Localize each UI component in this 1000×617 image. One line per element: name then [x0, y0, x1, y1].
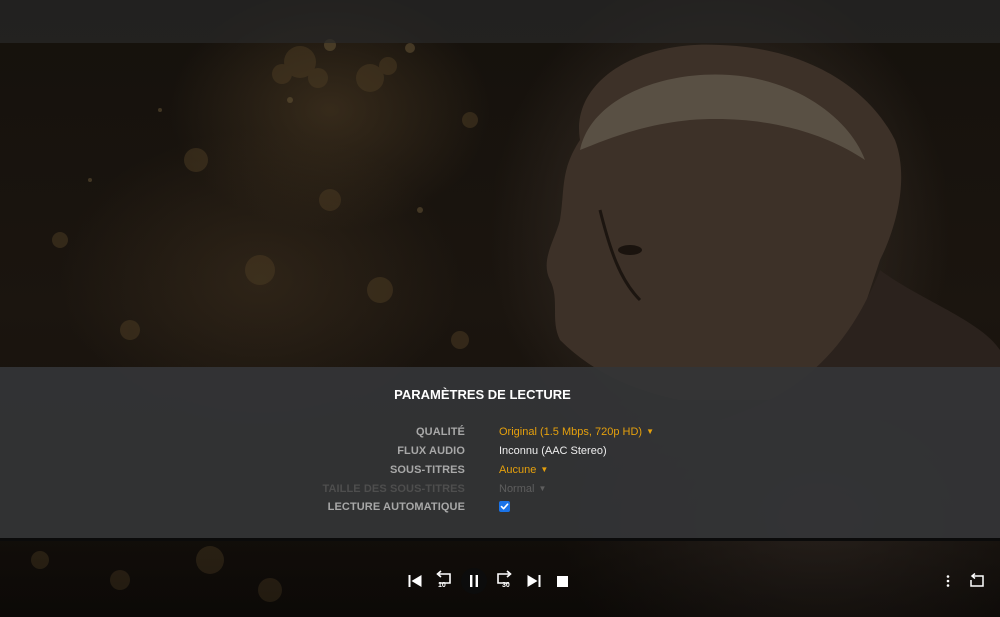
subtitle-size-label: TAILLE DES SOUS-TITRES — [322, 483, 465, 495]
subtitles-value: Aucune — [499, 464, 537, 476]
autoplay-label: LECTURE AUTOMATIQUE — [327, 501, 465, 513]
repeat-icon — [970, 573, 984, 587]
more-options-button[interactable] — [940, 571, 956, 591]
stop-icon — [556, 575, 568, 587]
pause-icon — [470, 575, 478, 587]
setting-row-subtitles: SOUS-TITRES Aucune ▼ — [0, 461, 1000, 479]
replay-10-icon — [436, 570, 451, 584]
caret-down-icon: ▼ — [540, 465, 549, 474]
setting-row-autoplay: LECTURE AUTOMATIQUE — [0, 498, 1000, 516]
playback-settings-panel: PARAMÈTRES DE LECTURE QUALITÉ Original (… — [0, 367, 1000, 538]
caret-down-icon: ▼ — [646, 427, 654, 436]
forward-30-button[interactable]: 30 — [492, 568, 516, 594]
audio-label: FLUX AUDIO — [397, 445, 465, 457]
control-bar: 10 30 — [0, 541, 1000, 617]
setting-row-subtitle-size: TAILLE DES SOUS-TITRES Normal ▼ — [0, 480, 1000, 498]
replay-10-button[interactable]: 10 — [432, 568, 456, 594]
skip-next-icon — [527, 575, 541, 587]
more-vertical-icon — [946, 575, 950, 587]
previous-button[interactable] — [404, 570, 426, 592]
quality-dropdown[interactable]: Original (1.5 Mbps, 720p HD) ▼ — [499, 423, 654, 441]
panel-title: PARAMÈTRES DE LECTURE — [394, 387, 571, 402]
quality-value: Original (1.5 Mbps, 720p HD) — [499, 426, 643, 438]
repeat-button[interactable] — [966, 570, 988, 592]
forward-seconds-label: 30 — [502, 582, 510, 589]
autoplay-checkbox[interactable] — [499, 501, 510, 512]
setting-row-audio: FLUX AUDIO Inconnu (AAC Stereo) — [0, 442, 1000, 460]
setting-row-quality: QUALITÉ Original (1.5 Mbps, 720p HD) ▼ — [0, 423, 1000, 441]
replay-seconds-label: 10 — [438, 582, 446, 589]
actor-silhouette — [546, 44, 1000, 420]
audio-value: Inconnu (AAC Stereo) — [499, 445, 607, 457]
forward-30-icon — [497, 570, 512, 584]
quality-label: QUALITÉ — [416, 426, 465, 438]
stop-button[interactable] — [553, 572, 571, 590]
caret-down-icon: ▼ — [538, 484, 547, 493]
skip-previous-icon — [408, 575, 422, 587]
pause-button[interactable] — [461, 568, 487, 594]
top-bar — [0, 0, 1000, 43]
subtitle-size-value: Normal — [499, 483, 535, 495]
next-button[interactable] — [523, 570, 545, 592]
subtitles-dropdown[interactable]: Aucune ▼ — [499, 461, 548, 479]
subtitle-size-dropdown: Normal ▼ — [499, 480, 546, 498]
subtitles-label: SOUS-TITRES — [389, 464, 465, 476]
checkmark-icon — [500, 503, 509, 510]
